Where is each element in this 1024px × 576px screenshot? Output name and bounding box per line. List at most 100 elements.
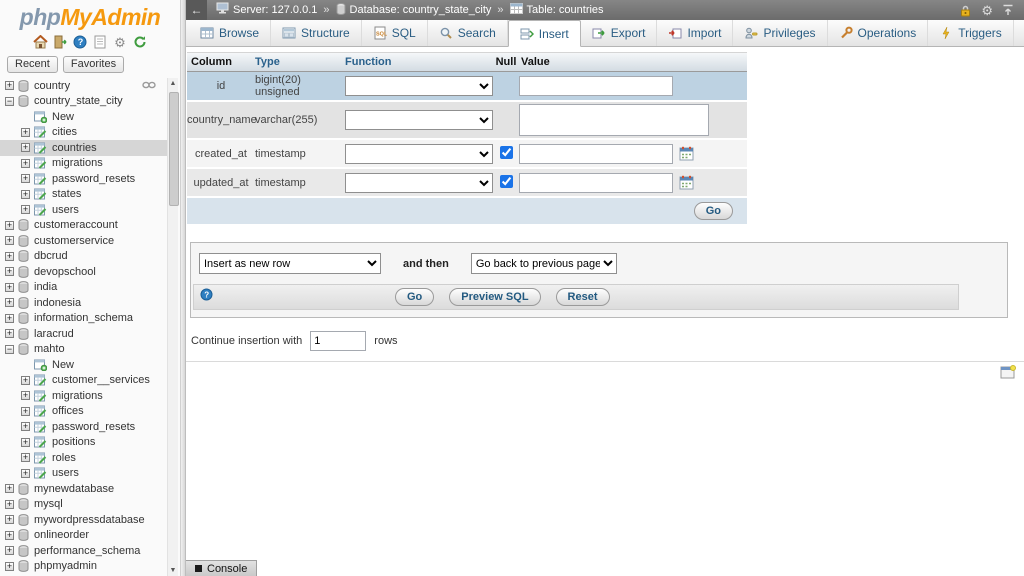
expand-icon[interactable]: + bbox=[5, 546, 14, 555]
tree-item-users[interactable]: +users bbox=[0, 466, 167, 482]
tree-item-country[interactable]: +country bbox=[0, 78, 167, 94]
new-window-icon[interactable] bbox=[1000, 365, 1016, 385]
recent-button[interactable]: Recent bbox=[7, 56, 58, 73]
collapse-window-icon[interactable] bbox=[1002, 4, 1014, 16]
value-textarea[interactable] bbox=[519, 104, 709, 136]
tree-item-new[interactable]: New bbox=[0, 357, 167, 373]
scroll-up-arrow[interactable]: ▲ bbox=[168, 80, 178, 87]
tab-import[interactable]: Import bbox=[657, 20, 733, 46]
reset-button[interactable]: Reset bbox=[556, 288, 610, 306]
expand-icon[interactable]: + bbox=[5, 531, 14, 540]
tab-operations[interactable]: Operations bbox=[828, 20, 929, 46]
value-input[interactable] bbox=[519, 173, 673, 193]
expand-icon[interactable]: + bbox=[5, 236, 14, 245]
expand-icon[interactable]: + bbox=[5, 515, 14, 524]
expand-icon[interactable]: + bbox=[21, 469, 30, 478]
expand-icon[interactable]: + bbox=[21, 422, 30, 431]
collapse-icon[interactable]: − bbox=[5, 345, 14, 354]
tree-item-cities[interactable]: +cities bbox=[0, 125, 167, 141]
expand-icon[interactable]: + bbox=[5, 329, 14, 338]
go-button[interactable]: Go bbox=[694, 202, 733, 220]
tree-item-dbcrud[interactable]: +dbcrud bbox=[0, 249, 167, 265]
preview-sql-button[interactable]: Preview SQL bbox=[449, 288, 540, 306]
expand-icon[interactable]: + bbox=[21, 453, 30, 462]
expand-icon[interactable]: + bbox=[21, 128, 30, 137]
expand-icon[interactable]: + bbox=[5, 314, 14, 323]
tree-item-countries[interactable]: +countries bbox=[0, 140, 167, 156]
console-bar[interactable]: Console bbox=[186, 560, 257, 576]
tree-item-information-schema[interactable]: +information_schema bbox=[0, 311, 167, 327]
tree-item-customerservice[interactable]: +customerservice bbox=[0, 233, 167, 249]
lock-icon[interactable] bbox=[959, 4, 972, 17]
value-input[interactable] bbox=[519, 144, 673, 164]
null-checkbox[interactable] bbox=[500, 146, 513, 159]
phpmyadmin-logo[interactable]: phpMyAdmin bbox=[0, 0, 180, 31]
tree-item-mywordpressdatabase[interactable]: +mywordpressdatabase bbox=[0, 512, 167, 528]
tree-item-laracrud[interactable]: +laracrud bbox=[0, 326, 167, 342]
expand-icon[interactable]: + bbox=[5, 298, 14, 307]
expand-icon[interactable]: + bbox=[5, 81, 14, 90]
tree-item-offices[interactable]: +offices bbox=[0, 404, 167, 420]
help-icon[interactable]: ? bbox=[200, 288, 213, 306]
expand-icon[interactable]: + bbox=[5, 267, 14, 276]
tab-insert[interactable]: Insert bbox=[508, 20, 581, 47]
tree-item-migrations[interactable]: +migrations bbox=[0, 156, 167, 172]
tree-item-customer-services[interactable]: +customer__services bbox=[0, 373, 167, 389]
settings-icon[interactable]: ⚙ bbox=[113, 35, 128, 50]
tab-browse[interactable]: Browse bbox=[189, 20, 271, 46]
tree-item-phpmyadmin[interactable]: +phpmyadmin bbox=[0, 559, 167, 575]
tab-structure[interactable]: Structure bbox=[271, 20, 362, 46]
favorites-button[interactable]: Favorites bbox=[63, 56, 124, 73]
function-select[interactable] bbox=[345, 173, 493, 193]
refresh-icon[interactable] bbox=[133, 35, 148, 50]
tree-item-new[interactable]: New bbox=[0, 109, 167, 125]
breadcrumb-table[interactable]: Table: countries bbox=[510, 3, 604, 17]
tree-item-customeraccount[interactable]: +customeraccount bbox=[0, 218, 167, 234]
tree-item-performance-schema[interactable]: +performance_schema bbox=[0, 543, 167, 559]
tree-item-india[interactable]: +india bbox=[0, 280, 167, 296]
tree-item-states[interactable]: +states bbox=[0, 187, 167, 203]
expand-icon[interactable]: + bbox=[5, 252, 14, 261]
tree-item-password-resets[interactable]: +password_resets bbox=[0, 171, 167, 187]
expand-icon[interactable]: + bbox=[21, 407, 30, 416]
function-select[interactable] bbox=[345, 144, 493, 164]
tab-search[interactable]: Search bbox=[428, 20, 508, 46]
tree-item-onlineorder[interactable]: +onlineorder bbox=[0, 528, 167, 544]
gear-icon[interactable]: ⚙ bbox=[981, 4, 993, 17]
expand-icon[interactable]: + bbox=[21, 143, 30, 152]
tree-item-mysql[interactable]: +mysql bbox=[0, 497, 167, 513]
tab-sql[interactable]: SQLSQL bbox=[362, 20, 428, 46]
calendar-icon[interactable] bbox=[679, 146, 694, 161]
expand-icon[interactable]: + bbox=[21, 190, 30, 199]
expand-icon[interactable]: + bbox=[21, 159, 30, 168]
expand-icon[interactable]: + bbox=[21, 376, 30, 385]
sidebar-scrollbar[interactable]: ▲ ▼ bbox=[167, 78, 178, 576]
go-button[interactable]: Go bbox=[395, 288, 434, 306]
logout-icon[interactable] bbox=[53, 35, 68, 50]
scrollbar-thumb[interactable] bbox=[169, 92, 179, 206]
scroll-down-arrow[interactable]: ▼ bbox=[168, 567, 178, 574]
tree-item-country-state-city[interactable]: −country_state_city bbox=[0, 94, 167, 110]
home-icon[interactable] bbox=[33, 35, 48, 50]
value-input[interactable] bbox=[519, 76, 673, 96]
insert-action-select[interactable]: Insert as new row bbox=[199, 253, 381, 274]
collapse-icon[interactable]: − bbox=[5, 97, 14, 106]
tab-privileges[interactable]: Privileges bbox=[733, 20, 827, 46]
function-select[interactable] bbox=[345, 110, 493, 130]
docs-icon[interactable] bbox=[93, 35, 108, 50]
expand-icon[interactable]: + bbox=[21, 205, 30, 214]
null-checkbox[interactable] bbox=[500, 175, 513, 188]
function-select[interactable] bbox=[345, 76, 493, 96]
rows-count-input[interactable] bbox=[310, 331, 366, 351]
help-icon[interactable]: ? bbox=[73, 35, 88, 50]
expand-icon[interactable]: + bbox=[5, 484, 14, 493]
breadcrumb-database[interactable]: Database: country_state_city bbox=[336, 3, 492, 18]
tree-item-indonesia[interactable]: +indonesia bbox=[0, 295, 167, 311]
tree-item-positions[interactable]: +positions bbox=[0, 435, 167, 451]
expand-icon[interactable]: + bbox=[5, 500, 14, 509]
tree-item-mahto[interactable]: −mahto bbox=[0, 342, 167, 358]
expand-icon[interactable]: + bbox=[5, 562, 14, 571]
back-button[interactable]: ← bbox=[186, 0, 207, 20]
after-insert-select[interactable]: Go back to previous page bbox=[471, 253, 617, 274]
tab-export[interactable]: Export bbox=[581, 20, 658, 46]
